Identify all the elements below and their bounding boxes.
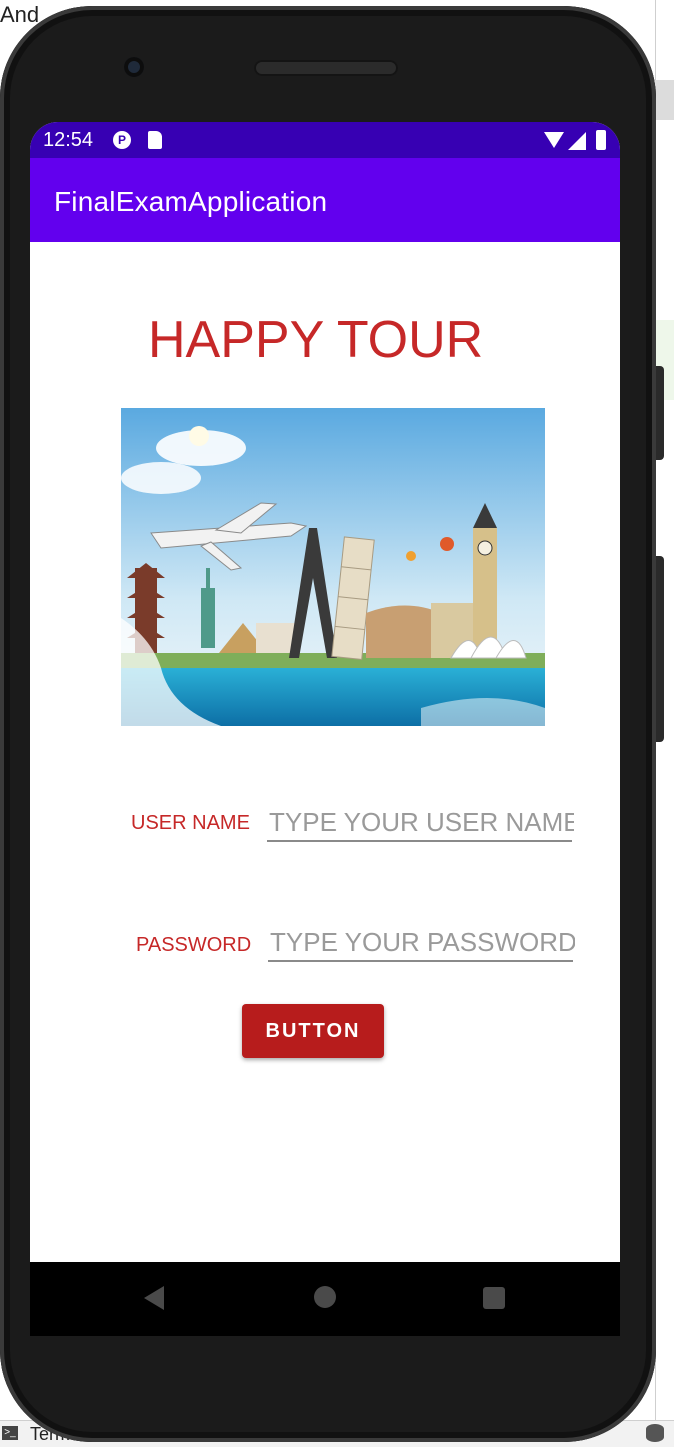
database-icon[interactable] — [646, 1424, 664, 1442]
page-title: HAPPY TOUR — [148, 311, 484, 369]
sd-card-icon — [148, 131, 162, 149]
username-input[interactable] — [267, 804, 576, 840]
app-title: FinalExamApplication — [54, 186, 328, 217]
recents-icon[interactable] — [483, 1287, 505, 1309]
battery-icon — [596, 130, 606, 150]
earpiece-speaker — [254, 60, 398, 76]
password-input[interactable] — [268, 924, 577, 960]
travel-landmarks-image — [121, 408, 545, 726]
wifi-icon — [544, 132, 564, 148]
power-button[interactable] — [656, 556, 664, 742]
volume-button[interactable] — [656, 366, 664, 460]
navigation-bar — [30, 1262, 620, 1336]
app-bar: FinalExamApplication — [30, 158, 620, 242]
front-camera — [124, 57, 144, 77]
device-screen: 12:54 P FinalExamApplication HAPPY TOUR — [30, 122, 620, 1262]
ide-strip — [655, 80, 674, 120]
submit-button[interactable]: BUTTON — [242, 1004, 384, 1058]
data-saver-icon: P — [113, 131, 131, 149]
home-icon[interactable] — [314, 1286, 336, 1308]
main-content: HAPPY TOUR USER NAME TYPE YOUR USER NAME… — [30, 242, 620, 1262]
signal-icon — [568, 132, 586, 150]
username-label: USER NAME — [131, 812, 250, 834]
terminal-icon[interactable]: >_ — [2, 1426, 18, 1440]
password-field[interactable] — [268, 924, 577, 962]
password-label: PASSWORD — [136, 934, 252, 956]
ide-tab-text: And — [0, 2, 40, 27]
status-bar: 12:54 P — [30, 122, 620, 158]
status-time: 12:54 — [43, 129, 94, 151]
back-icon[interactable] — [144, 1286, 164, 1310]
username-field[interactable] — [267, 804, 576, 842]
